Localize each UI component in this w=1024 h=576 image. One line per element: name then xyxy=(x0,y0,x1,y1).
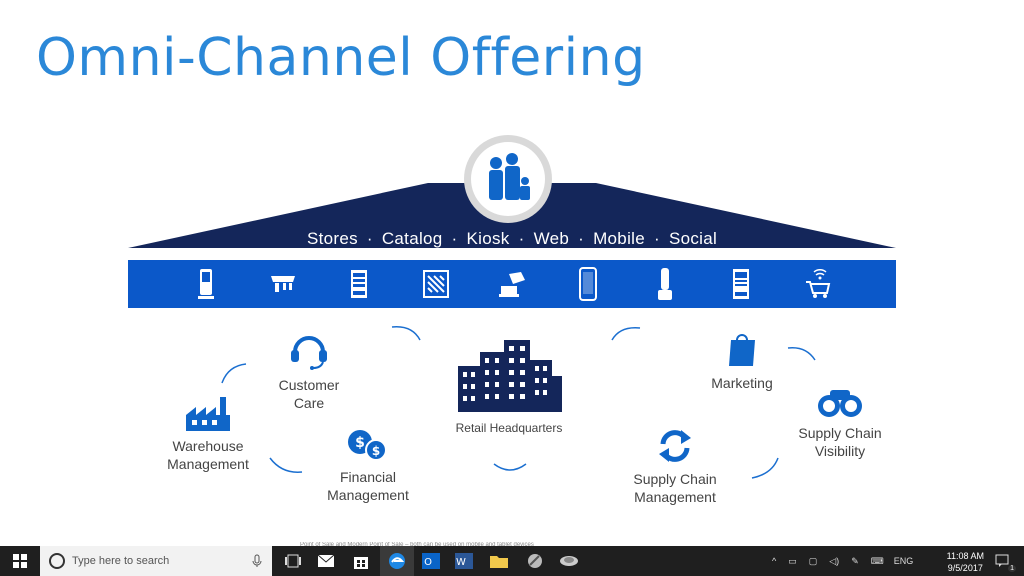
language-indicator[interactable]: ENG xyxy=(894,556,914,566)
cortana-icon xyxy=(49,553,65,569)
edge-icon[interactable] xyxy=(380,546,414,576)
app-icon[interactable] xyxy=(524,550,546,572)
slide: Omni-Channel Offering Stores · Catalog · Kio… xyxy=(0,0,1024,546)
svg-text:$: $ xyxy=(372,444,380,458)
keyboard-icon[interactable]: ⌨ xyxy=(871,556,884,567)
word-icon[interactable]: W xyxy=(453,550,475,572)
clock-date: 9/5/2017 xyxy=(947,563,983,573)
mail-icon[interactable] xyxy=(315,550,337,572)
node-financial: $ $ Financial Management xyxy=(318,428,418,504)
factory-icon xyxy=(186,397,230,431)
node-label: Customer Care xyxy=(278,377,340,411)
node-label: Supply Chain Management xyxy=(633,471,717,505)
connector-arcs xyxy=(221,326,816,479)
windows-icon xyxy=(13,554,27,568)
clock-time: 11:08 AM xyxy=(946,551,984,561)
system-tray: ^ ▭ ▢ ◁) ✎ ⌨ ENG xyxy=(772,546,913,576)
start-button[interactable] xyxy=(0,546,40,576)
node-label: Financial Management xyxy=(327,469,409,503)
battery-icon[interactable]: ▭ xyxy=(788,556,797,567)
microphone-icon[interactable] xyxy=(252,554,262,568)
node-label: Marketing xyxy=(711,375,773,391)
node-warehouse: Warehouse Management xyxy=(164,395,252,473)
chevron-up-icon[interactable]: ^ xyxy=(772,556,776,566)
ticker-text: Point of Sale and Modern Point of Sale –… xyxy=(300,542,534,548)
binoculars-icon xyxy=(818,390,862,417)
headset-icon xyxy=(291,336,327,370)
taskbar: Point of Sale and Modern Point of Sale –… xyxy=(0,542,1024,576)
volume-icon[interactable]: ◁) xyxy=(829,556,839,567)
task-view-icon[interactable] xyxy=(282,550,304,572)
node-label: Retail Headquarters xyxy=(455,421,563,435)
node-label: Warehouse Management xyxy=(167,438,249,472)
pen-icon[interactable]: ✎ xyxy=(851,556,859,567)
dollar-coins-icon: $ $ xyxy=(348,430,387,461)
svg-text:$: $ xyxy=(355,435,365,451)
search-placeholder: Type here to search xyxy=(72,555,170,567)
buildings-icon xyxy=(458,340,562,412)
node-hq: Retail Headquarters xyxy=(444,340,574,437)
node-supply-management: Supply Chain Management xyxy=(620,428,730,506)
sync-arrows-icon xyxy=(659,430,691,462)
clock[interactable]: 11:08 AM 9/5/2017 xyxy=(947,550,984,574)
node-customer-care: Customer Care xyxy=(267,330,351,412)
svg-text:O: O xyxy=(424,557,432,568)
app-icon-2[interactable] xyxy=(558,550,580,572)
network-icon[interactable]: ▢ xyxy=(809,556,818,567)
notification-badge: 1 xyxy=(1008,565,1016,572)
outlook-icon[interactable]: O xyxy=(420,550,442,572)
node-marketing: Marketing xyxy=(702,330,782,392)
shopping-bag-icon xyxy=(729,334,755,366)
node-label: Supply Chain Visibility xyxy=(798,425,882,459)
action-center-icon[interactable]: 1 xyxy=(992,550,1016,572)
file-explorer-icon[interactable] xyxy=(488,550,510,572)
taskbar-search[interactable]: Type here to search xyxy=(40,546,272,576)
store-icon[interactable] xyxy=(350,550,372,572)
node-supply-visibility: Supply Chain Visibility xyxy=(792,388,888,460)
svg-text:W: W xyxy=(456,557,466,568)
